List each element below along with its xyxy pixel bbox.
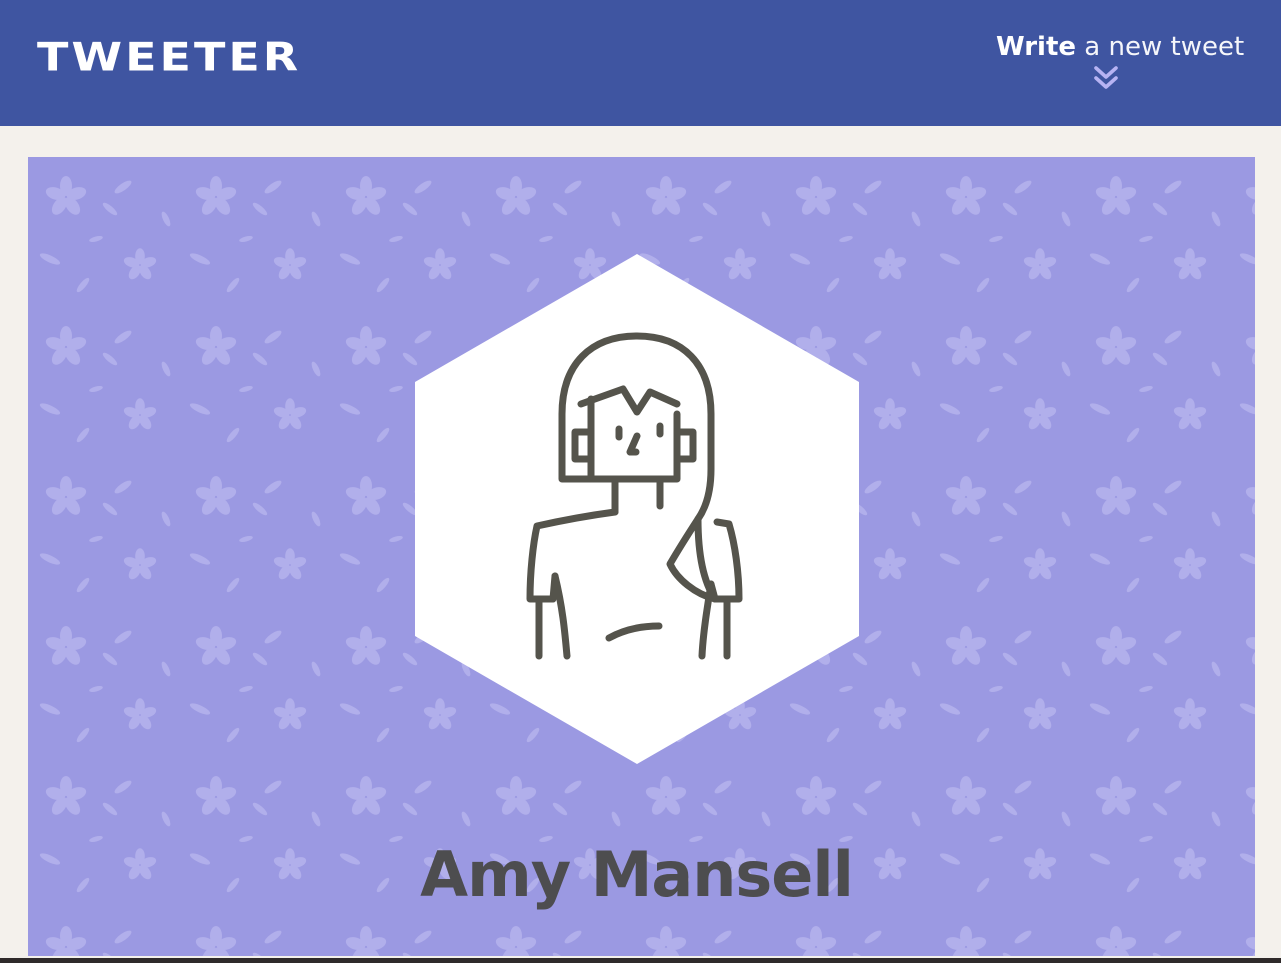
write-label-rest: a new tweet	[1076, 32, 1245, 62]
profile-header: Amy Mansell	[28, 157, 1255, 956]
woman-avatar-icon	[415, 254, 859, 764]
double-chevron-down-icon	[1094, 66, 1118, 89]
write-new-tweet-label: Write a new tweet	[996, 30, 1244, 64]
app-logo[interactable]: TWEETER	[37, 36, 301, 77]
avatar[interactable]	[415, 254, 859, 764]
content-below-fold	[0, 958, 1281, 963]
top-nav-bar: TWEETER Write a new tweet	[0, 0, 1281, 126]
write-label-strong: Write	[996, 32, 1077, 62]
write-new-tweet-button[interactable]: Write a new tweet	[996, 30, 1244, 94]
profile-display-name: Amy Mansell	[420, 838, 854, 911]
